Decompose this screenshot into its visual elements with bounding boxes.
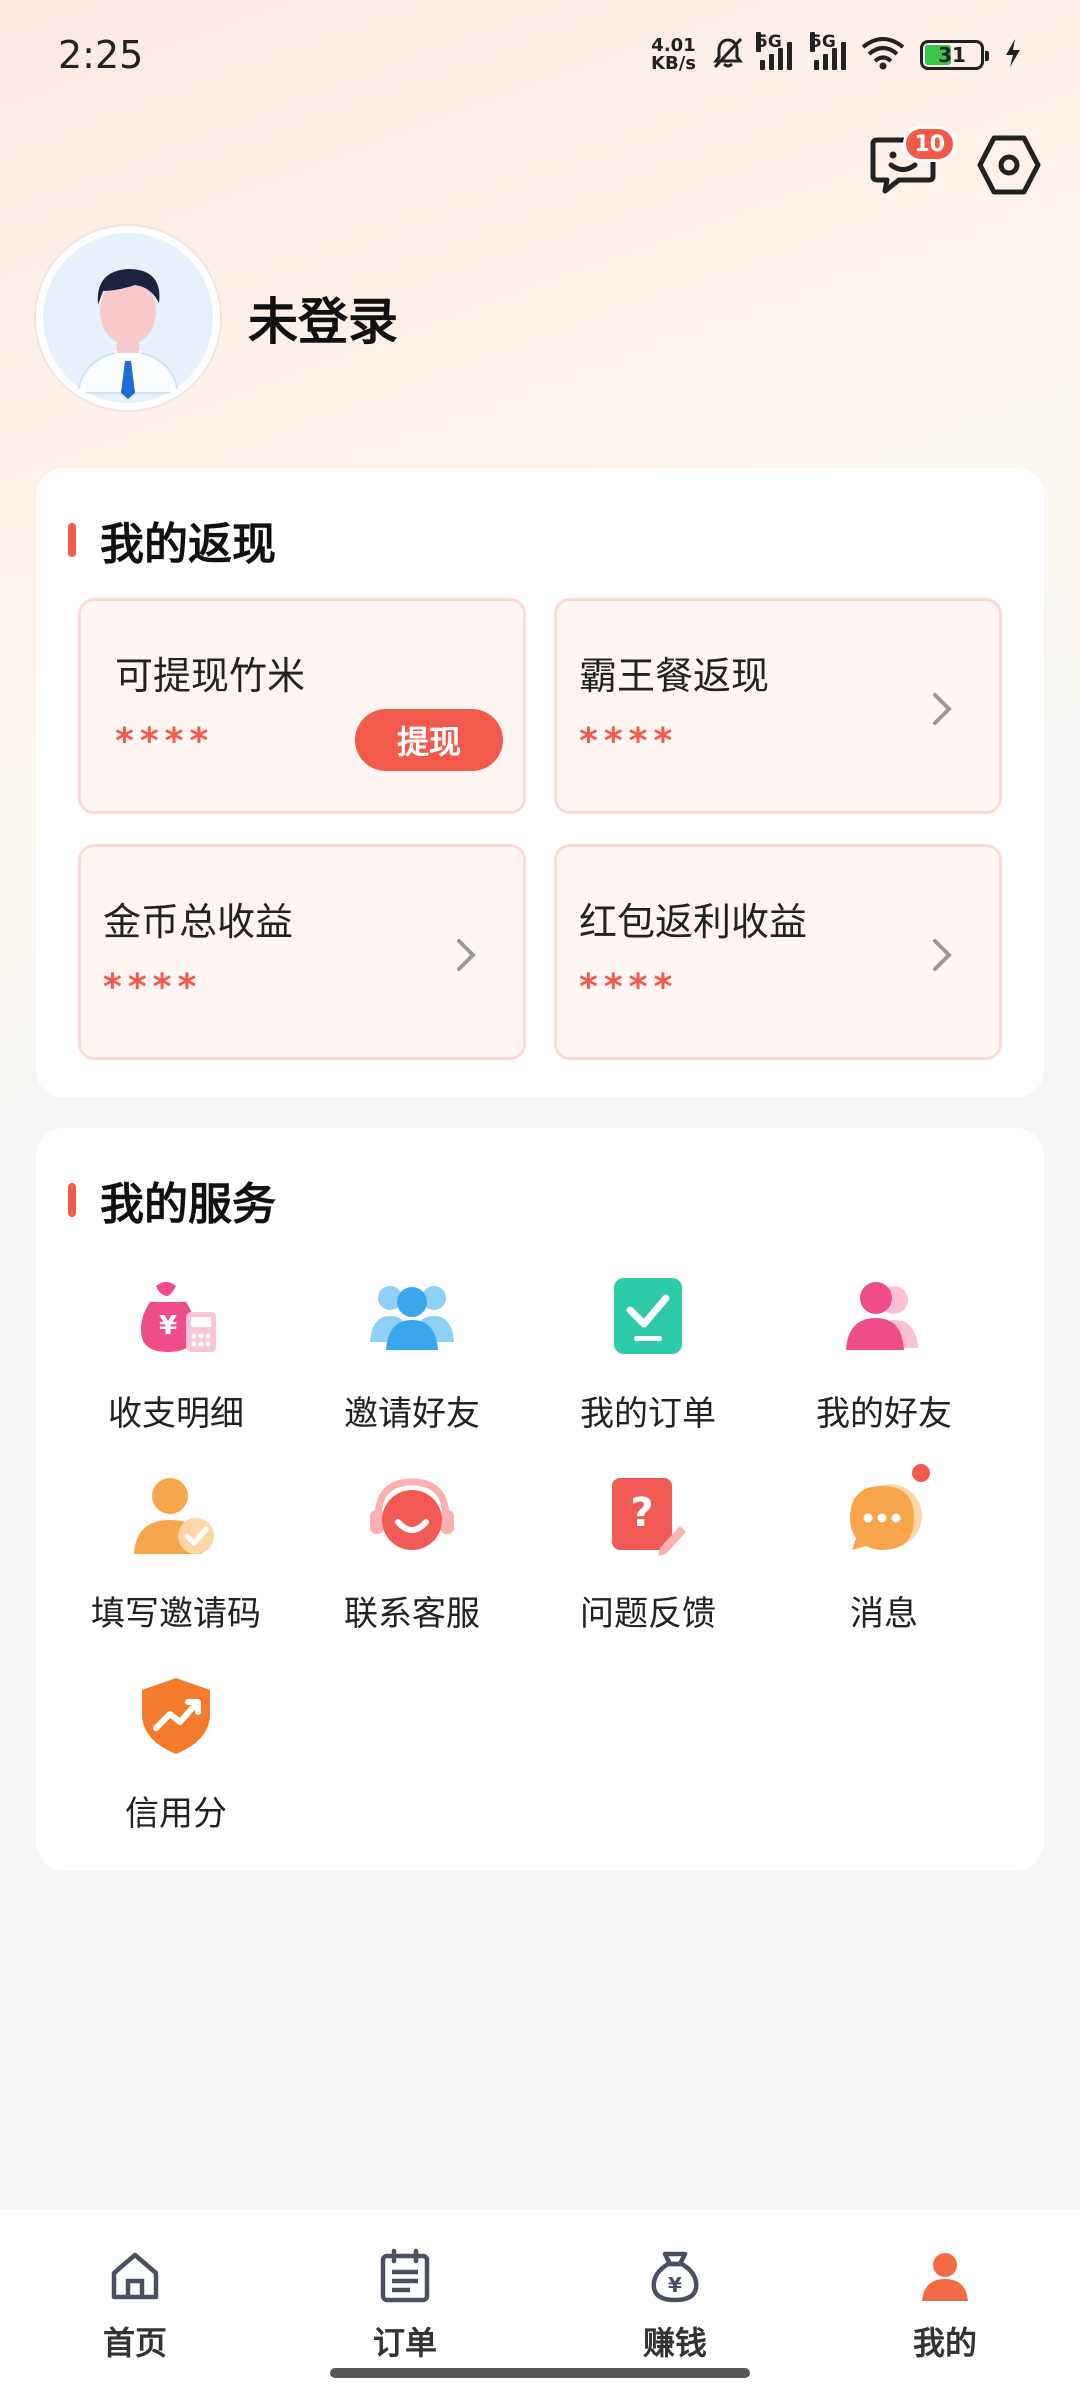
tile-label: 金币总收益 — [103, 900, 294, 944]
tile-value: **** — [579, 967, 679, 1008]
service-credit-score[interactable]: 信用分 — [58, 1668, 294, 1838]
service-label: 联系客服 — [344, 1594, 480, 1634]
profile-name[interactable]: 未登录 — [248, 282, 398, 354]
svg-text:¥: ¥ — [668, 2273, 682, 2297]
battery-level: 31 — [938, 43, 966, 67]
signal-2-icon: 5G — [810, 32, 846, 70]
service-label: 收支明细 — [108, 1394, 244, 1434]
profile-icon — [915, 2246, 975, 2306]
services-title-text: 我的服务 — [100, 1179, 276, 1230]
tile-value: **** — [115, 721, 215, 762]
cashback-title: 我的返现 — [68, 508, 276, 572]
services-title: 我的服务 — [68, 1168, 276, 1232]
tile-value: **** — [579, 721, 679, 762]
tile-value: **** — [103, 967, 203, 1008]
tab-profile[interactable]: 我的 — [845, 2246, 1045, 2400]
unread-dot — [912, 1464, 930, 1482]
service-label: 我的订单 — [580, 1394, 716, 1434]
service-customer-service[interactable]: 联系客服 — [294, 1468, 530, 1638]
mute-bell-icon — [710, 35, 746, 75]
signal-1-icon: 5G — [756, 32, 792, 70]
service-label: 填写邀请码 — [91, 1594, 261, 1634]
tab-home[interactable]: 首页 — [35, 2246, 235, 2400]
service-my-friends[interactable]: 我的好友 — [766, 1268, 1002, 1438]
tab-label: 我的 — [912, 2324, 977, 2362]
invite-friends-icon — [364, 1268, 460, 1364]
tile-coin-total-earnings[interactable]: 金币总收益 **** — [78, 844, 526, 1060]
svg-text:?: ? — [630, 1490, 653, 1536]
chevron-right-icon — [457, 939, 476, 971]
money-bag-icon: ¥ — [128, 1268, 224, 1364]
message-icon — [836, 1464, 932, 1564]
service-label: 信用分 — [125, 1794, 227, 1834]
message-badge: 10 — [903, 126, 956, 162]
service-invite-friends[interactable]: 邀请好友 — [294, 1268, 530, 1438]
friends-icon — [836, 1268, 932, 1364]
services-card: 我的服务 ¥ 收支明细 邀请好友 我的订单 我的好友 填写邀请码 联系客服 ? … — [36, 1128, 1044, 1870]
page: 2:25 4.01 KB/s 5G 5G 31 10 未登录 我的返现 可提现竹… — [0, 0, 1080, 2400]
chevron-right-icon — [933, 693, 952, 725]
svg-text:¥: ¥ — [159, 1311, 177, 1341]
tab-label: 首页 — [102, 2324, 167, 2362]
title-accent-bar — [68, 523, 76, 557]
title-accent-bar — [68, 1183, 76, 1217]
message-button[interactable]: 10 — [868, 126, 956, 200]
tile-label: 霸王餐返现 — [579, 654, 770, 698]
credit-score-icon — [128, 1668, 224, 1764]
chevron-right-icon — [933, 939, 952, 971]
signal-2-tag: 5G — [810, 32, 836, 52]
net-speed-unit: KB/s — [651, 53, 696, 74]
service-feedback[interactable]: ? 问题反馈 — [530, 1468, 766, 1638]
service-label: 问题反馈 — [580, 1594, 716, 1634]
service-my-orders[interactable]: 我的订单 — [530, 1268, 766, 1438]
cashback-card: 我的返现 可提现竹米 **** 提现 霸王餐返现 **** 金币总收益 ****… — [36, 468, 1044, 1098]
tab-label: 赚钱 — [642, 2324, 707, 2362]
cashback-title-text: 我的返现 — [100, 519, 276, 570]
service-label: 我的好友 — [816, 1394, 952, 1434]
tile-label: 可提现竹米 — [115, 654, 306, 698]
customer-service-icon — [364, 1468, 460, 1564]
header-actions: 10 — [868, 126, 1044, 200]
tile-bawangcan-cashback[interactable]: 霸王餐返现 **** — [554, 598, 1002, 814]
profile-section[interactable]: 未登录 — [36, 226, 398, 410]
settings-button[interactable] — [974, 130, 1044, 200]
settings-hexagon-icon — [977, 135, 1041, 195]
orders-icon — [375, 2246, 435, 2306]
signal-1-tag: 5G — [756, 32, 782, 52]
battery-icon: 31 — [920, 40, 989, 70]
tab-label: 订单 — [372, 2324, 437, 2362]
service-invite-code[interactable]: 填写邀请码 — [58, 1468, 294, 1638]
feedback-icon: ? — [600, 1468, 696, 1564]
service-income-expense[interactable]: ¥ 收支明细 — [58, 1268, 294, 1438]
invite-code-icon — [128, 1468, 224, 1564]
service-label: 消息 — [850, 1594, 918, 1634]
status-time: 2:25 — [58, 33, 144, 77]
withdraw-button[interactable]: 提现 — [355, 709, 503, 771]
default-avatar-icon — [43, 233, 213, 403]
wifi-icon — [860, 35, 906, 75]
order-check-icon — [600, 1268, 696, 1364]
home-indicator[interactable] — [330, 2368, 750, 2378]
status-bar: 2:25 4.01 KB/s 5G 5G 31 — [0, 0, 1080, 110]
net-speed: 4.01 KB/s — [651, 37, 696, 73]
service-messages[interactable]: 消息 — [766, 1464, 1002, 1638]
status-icons: 4.01 KB/s 5G 5G 31 — [651, 32, 1022, 75]
tile-withdrawable-bamboo[interactable]: 可提现竹米 **** 提现 — [78, 598, 526, 814]
tile-label: 红包返利收益 — [579, 900, 808, 944]
home-icon — [105, 2246, 165, 2306]
earn-icon: ¥ — [645, 2246, 705, 2306]
tile-red-packet-earnings[interactable]: 红包返利收益 **** — [554, 844, 1002, 1060]
avatar[interactable] — [36, 226, 220, 410]
charging-icon — [1004, 38, 1022, 72]
service-label: 邀请好友 — [344, 1394, 480, 1434]
